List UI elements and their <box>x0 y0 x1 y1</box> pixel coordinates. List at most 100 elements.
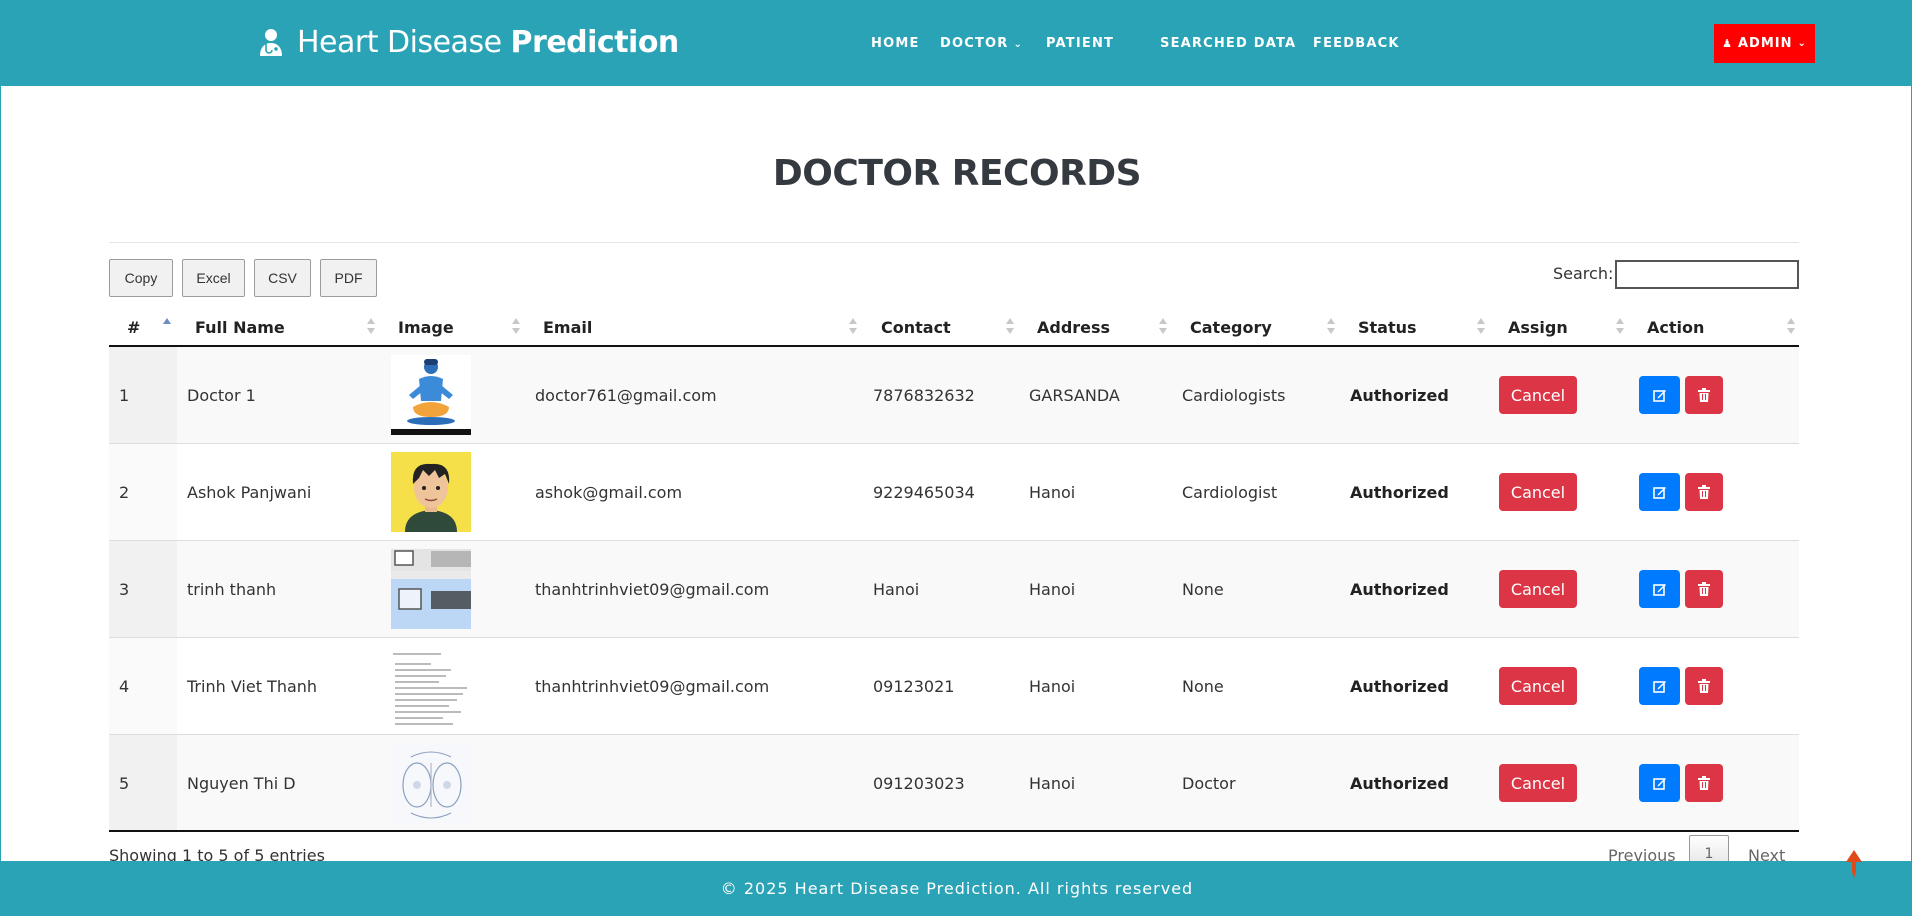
sort-icon <box>367 318 375 338</box>
edit-icon <box>1652 681 1666 693</box>
doctor-category: None <box>1182 579 1224 599</box>
column-header-label: Address <box>1037 318 1111 337</box>
nav-home[interactable]: HOME <box>871 36 920 51</box>
column-header-number[interactable]: # <box>127 310 140 345</box>
delete-button[interactable] <box>1685 667 1723 705</box>
pdf-button[interactable]: PDF <box>320 259 377 297</box>
table-row: 4 Trinh Viet Thanh thanhtrinhviet09@gmai… <box>109 638 1799 735</box>
sort-icon <box>849 318 857 338</box>
nav-patient[interactable]: PATIENT <box>1046 36 1114 51</box>
copy-button[interactable]: Copy <box>109 259 173 297</box>
table-row: 3 trinh thanh thanhtrinhviet09@gmail.com… <box>109 541 1799 638</box>
top-navbar: Heart Disease Prediction HOME DOCTOR ⌄ PA… <box>1 0 1912 86</box>
sort-asc-icon <box>163 318 171 338</box>
column-header-email[interactable]: Email <box>543 310 592 345</box>
doctor-name: Ashok Panjwani <box>187 482 312 502</box>
doctor-category: Doctor <box>1182 773 1236 793</box>
edit-icon <box>1652 390 1666 402</box>
edit-icon <box>1652 778 1666 790</box>
table-header: # Full Name Image Email Contact Address … <box>109 310 1799 347</box>
row-number: 2 <box>119 482 130 502</box>
edit-button[interactable] <box>1639 376 1680 414</box>
footer: © 2025 Heart Disease Prediction. All rig… <box>1 861 1912 916</box>
meditating-figure-image <box>391 355 471 435</box>
trash-icon <box>1698 582 1710 596</box>
column-header-image[interactable]: Image <box>398 310 454 345</box>
row-number: 3 <box>119 579 130 599</box>
status-badge: Authorized <box>1350 773 1449 793</box>
cancel-button[interactable]: Cancel <box>1499 570 1577 608</box>
cancel-button[interactable]: Cancel <box>1499 376 1577 414</box>
table-row: 1 Doctor 1 doctor761@gmail.com 787683263… <box>109 347 1799 444</box>
cancel-button[interactable]: Cancel <box>1499 764 1577 802</box>
cartoon-man-image <box>391 452 471 532</box>
user-icon: ♟ <box>1722 37 1733 50</box>
edit-button[interactable] <box>1639 764 1680 802</box>
folder-screenshot-image <box>391 549 471 629</box>
column-header-category[interactable]: Category <box>1190 310 1272 345</box>
divider <box>109 242 1799 243</box>
doctor-address: Hanoi <box>1029 773 1076 793</box>
text-document-image <box>391 646 471 726</box>
excel-button[interactable]: Excel <box>182 259 245 297</box>
admin-menu-button[interactable]: ♟ ADMIN ⌄ <box>1714 24 1815 63</box>
column-header-label: Contact <box>881 318 951 337</box>
doctor-contact: 9229465034 <box>873 482 975 502</box>
doctor-photo <box>391 743 471 823</box>
doctor-name: Nguyen Thi D <box>187 773 296 793</box>
column-header-action[interactable]: Action <box>1647 310 1704 345</box>
sort-icon <box>1477 318 1485 338</box>
sort-icon <box>1159 318 1167 338</box>
column-header-label: Assign <box>1508 318 1568 337</box>
brand-logo[interactable]: Heart Disease Prediction <box>257 22 679 62</box>
column-header-label: Email <box>543 318 593 337</box>
sort-icon <box>1006 318 1014 338</box>
nav-feedback[interactable]: FEEDBACK <box>1313 36 1400 51</box>
chevron-down-icon: ⌄ <box>1013 39 1024 50</box>
search-label: Search: <box>1553 264 1614 283</box>
back-to-top-icon[interactable] <box>1845 850 1863 878</box>
doctor-photo <box>391 549 471 629</box>
doctor-address: GARSANDA <box>1029 385 1120 405</box>
edit-button[interactable] <box>1639 473 1680 511</box>
trash-icon <box>1698 679 1710 693</box>
cancel-button[interactable]: Cancel <box>1499 473 1577 511</box>
cancel-button[interactable]: Cancel <box>1499 667 1577 705</box>
column-header-status[interactable]: Status <box>1358 310 1417 345</box>
search-input[interactable] <box>1615 260 1799 289</box>
doctor-address: Hanoi <box>1029 579 1076 599</box>
table-row: 5 Nguyen Thi D 091203023 Hanoi Doctor Au… <box>109 735 1799 832</box>
app-window: Heart Disease Prediction HOME DOCTOR ⌄ PA… <box>0 0 1912 916</box>
column-header-label: Status <box>1358 318 1417 337</box>
doctor-category: Cardiologist <box>1182 482 1278 502</box>
sort-icon <box>1616 318 1624 338</box>
doctor-contact: Hanoi <box>873 579 920 599</box>
nav-doctor-label: DOCTOR <box>940 36 1009 51</box>
delete-button[interactable] <box>1685 764 1723 802</box>
row-number: 4 <box>119 676 130 696</box>
trash-icon <box>1698 388 1710 402</box>
column-header-assign[interactable]: Assign <box>1508 310 1568 345</box>
column-header-full-name[interactable]: Full Name <box>195 310 285 345</box>
delete-button[interactable] <box>1685 473 1723 511</box>
nav-searched-data[interactable]: SEARCHED DATA <box>1160 36 1296 51</box>
doctor-photo <box>391 646 471 726</box>
doctor-icon <box>260 29 282 56</box>
column-header-address[interactable]: Address <box>1037 310 1110 345</box>
doctor-name: trinh thanh <box>187 579 277 599</box>
doctor-category: None <box>1182 676 1224 696</box>
delete-button[interactable] <box>1685 376 1723 414</box>
doctor-email: thanhtrinhviet09@gmail.com <box>535 579 770 599</box>
edit-icon <box>1652 584 1666 596</box>
edit-button[interactable] <box>1639 570 1680 608</box>
doctor-contact: 091203023 <box>873 773 965 793</box>
nav-doctor[interactable]: DOCTOR ⌄ <box>940 36 1023 51</box>
status-badge: Authorized <box>1350 676 1449 696</box>
column-header-label: Action <box>1647 318 1705 337</box>
column-header-contact[interactable]: Contact <box>881 310 951 345</box>
edit-button[interactable] <box>1639 667 1680 705</box>
trash-icon <box>1698 485 1710 499</box>
delete-button[interactable] <box>1685 570 1723 608</box>
csv-button[interactable]: CSV <box>254 259 311 297</box>
trash-icon <box>1698 776 1710 790</box>
